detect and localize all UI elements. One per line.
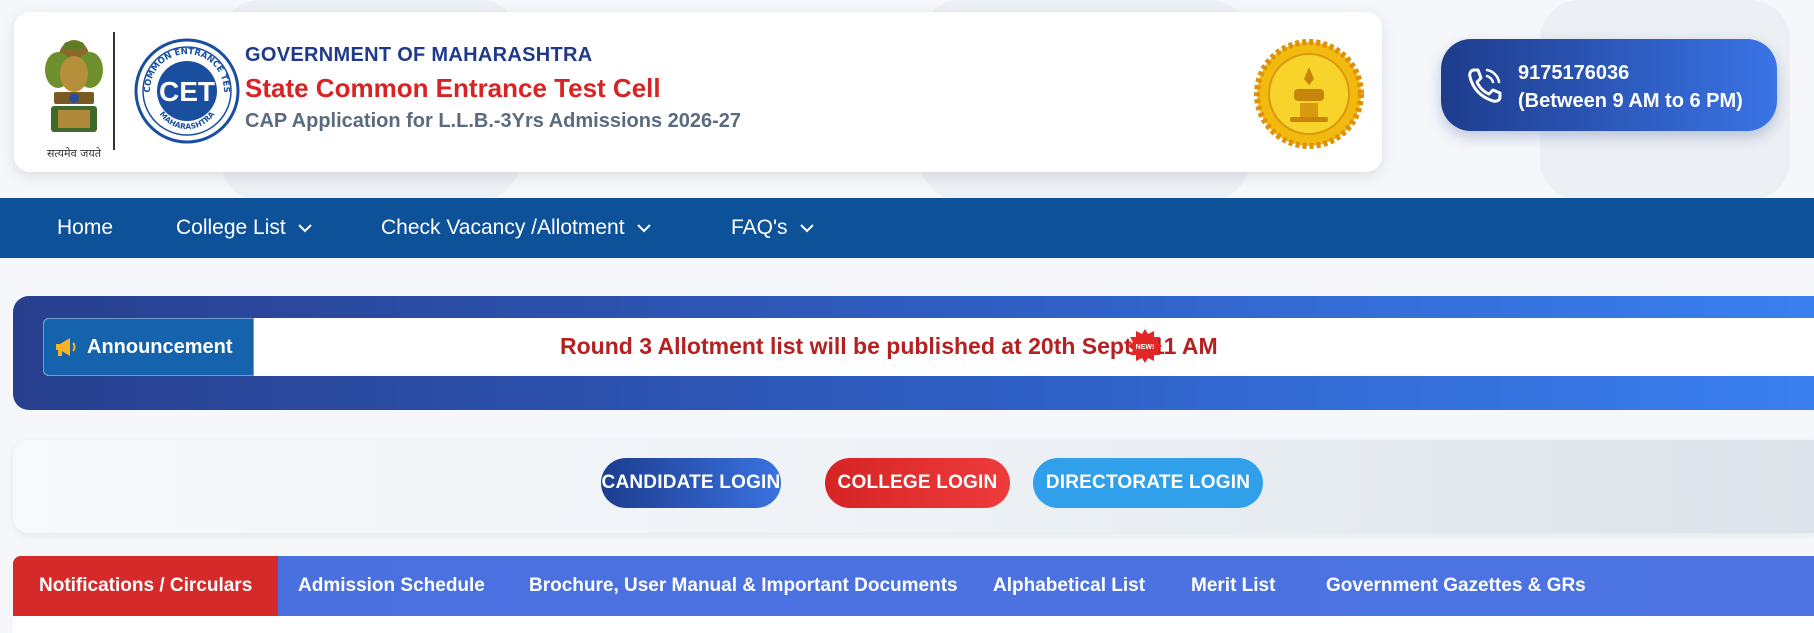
emblem-motto: सत्यमेव जयते (46, 147, 101, 160)
helpline-number: 9175176036 (1518, 62, 1630, 84)
helpline-contact[interactable]: 9175176036 (Between 9 AM to 6 PM) (1441, 39, 1777, 131)
candidate-login-button[interactable]: CANDIDATE LOGIN (601, 458, 781, 508)
lion-capital-icon (45, 40, 103, 132)
announcement-message[interactable]: Round 3 Allotment list will be published… (560, 333, 1218, 360)
cell-title: State Common Entrance Test Cell (245, 73, 661, 103)
chevron-down-icon (636, 224, 651, 233)
announcement-label: Announcement (43, 318, 254, 376)
nav-college-list[interactable]: College List (176, 198, 312, 258)
tab-brochure[interactable]: Brochure, User Manual & Important Docume… (529, 556, 958, 616)
login-panel: CANDIDATE LOGIN COLLEGE LOGIN DIRECTORAT… (13, 440, 1814, 533)
cet-cell-logo: STATE COMMON ENTRANCE TEST CELL MAHARASH… (131, 31, 240, 144)
tab-merit-list[interactable]: Merit List (1191, 556, 1275, 616)
helpline-hours: (Between 9 AM to 6 PM) (1518, 90, 1743, 112)
directorate-login-button[interactable]: DIRECTORATE LOGIN (1033, 458, 1263, 508)
announcement-band: Announcement Round 3 Allotment list will… (13, 296, 1814, 410)
tab-admission-schedule[interactable]: Admission Schedule (298, 556, 485, 616)
header-divider (113, 32, 115, 150)
tab-government-gazettes[interactable]: Government Gazettes & GRs (1326, 556, 1586, 616)
main-nav: Home College List Check Vacancy /Allotme… (0, 198, 1814, 258)
announcement-label-text: Announcement (87, 335, 233, 358)
nav-check-vacancy-label: Check Vacancy /Allotment (381, 216, 625, 239)
government-title: GOVERNMENT OF MAHARASHTRA (245, 44, 593, 66)
nav-faqs-label: FAQ's (731, 216, 788, 239)
info-tabs: Notifications / Circulars Admission Sche… (13, 556, 1814, 616)
college-login-button[interactable]: COLLEGE LOGIN (825, 458, 1010, 508)
phone-icon (1465, 64, 1505, 106)
nav-home-label: Home (57, 216, 114, 239)
tab-content-area (13, 616, 1814, 633)
ashoka-emblem: सत्यमेव जयते (34, 30, 114, 165)
maharashtra-seal-icon (1254, 39, 1364, 149)
nav-faqs[interactable]: FAQ's (731, 198, 814, 258)
tab-alphabetical-list[interactable]: Alphabetical List (993, 556, 1145, 616)
nav-home[interactable]: Home (57, 198, 113, 258)
new-badge-text: NEW! (1136, 344, 1155, 351)
nav-check-vacancy[interactable]: Check Vacancy /Allotment (381, 198, 651, 258)
logo-center-text: CET (159, 76, 215, 107)
tab-notifications[interactable]: Notifications / Circulars (13, 556, 279, 616)
chevron-down-icon (298, 224, 312, 233)
announcement-strip: Announcement Round 3 Allotment list will… (43, 318, 1814, 376)
megaphone-icon (56, 338, 76, 356)
new-badge-icon: NEW! (1127, 328, 1163, 364)
nav-college-list-label: College List (176, 216, 286, 239)
chevron-down-icon (799, 224, 814, 233)
site-header: सत्यमेव जयते STATE COMMON ENTRANCE TEST … (14, 12, 1382, 172)
cap-title: CAP Application for L.L.B.-3Yrs Admissio… (245, 110, 742, 132)
